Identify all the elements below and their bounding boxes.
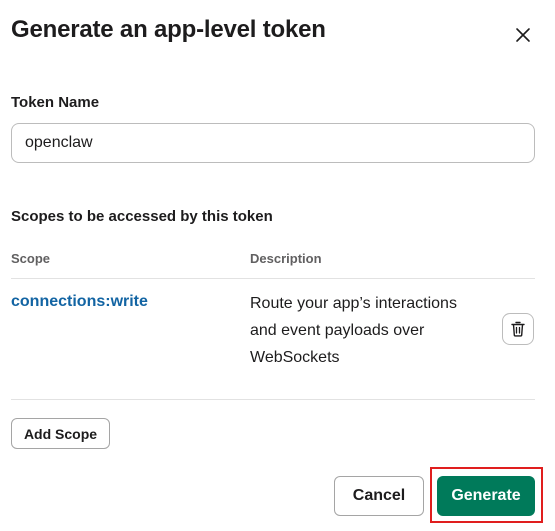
scope-name-link[interactable]: connections:write (11, 293, 148, 311)
table-header-divider (11, 278, 535, 279)
scope-description: Route your app’s interactions and event … (250, 295, 457, 366)
token-name-label: Token Name (11, 94, 100, 111)
description-column-header: Description (250, 251, 322, 266)
close-button[interactable] (508, 20, 538, 50)
remove-scope-button[interactable] (502, 313, 534, 345)
dialog-title: Generate an app-level token (11, 16, 326, 43)
close-icon (516, 28, 530, 42)
trash-icon (511, 321, 525, 337)
table-bottom-divider (11, 399, 535, 400)
token-name-input[interactable] (11, 123, 535, 163)
scope-column-header: Scope (11, 251, 51, 266)
scopes-heading: Scopes to be accessed by this token (11, 208, 273, 225)
add-scope-button[interactable]: Add Scope (11, 418, 110, 449)
cancel-button[interactable]: Cancel (334, 476, 424, 516)
generate-button[interactable]: Generate (437, 476, 535, 516)
